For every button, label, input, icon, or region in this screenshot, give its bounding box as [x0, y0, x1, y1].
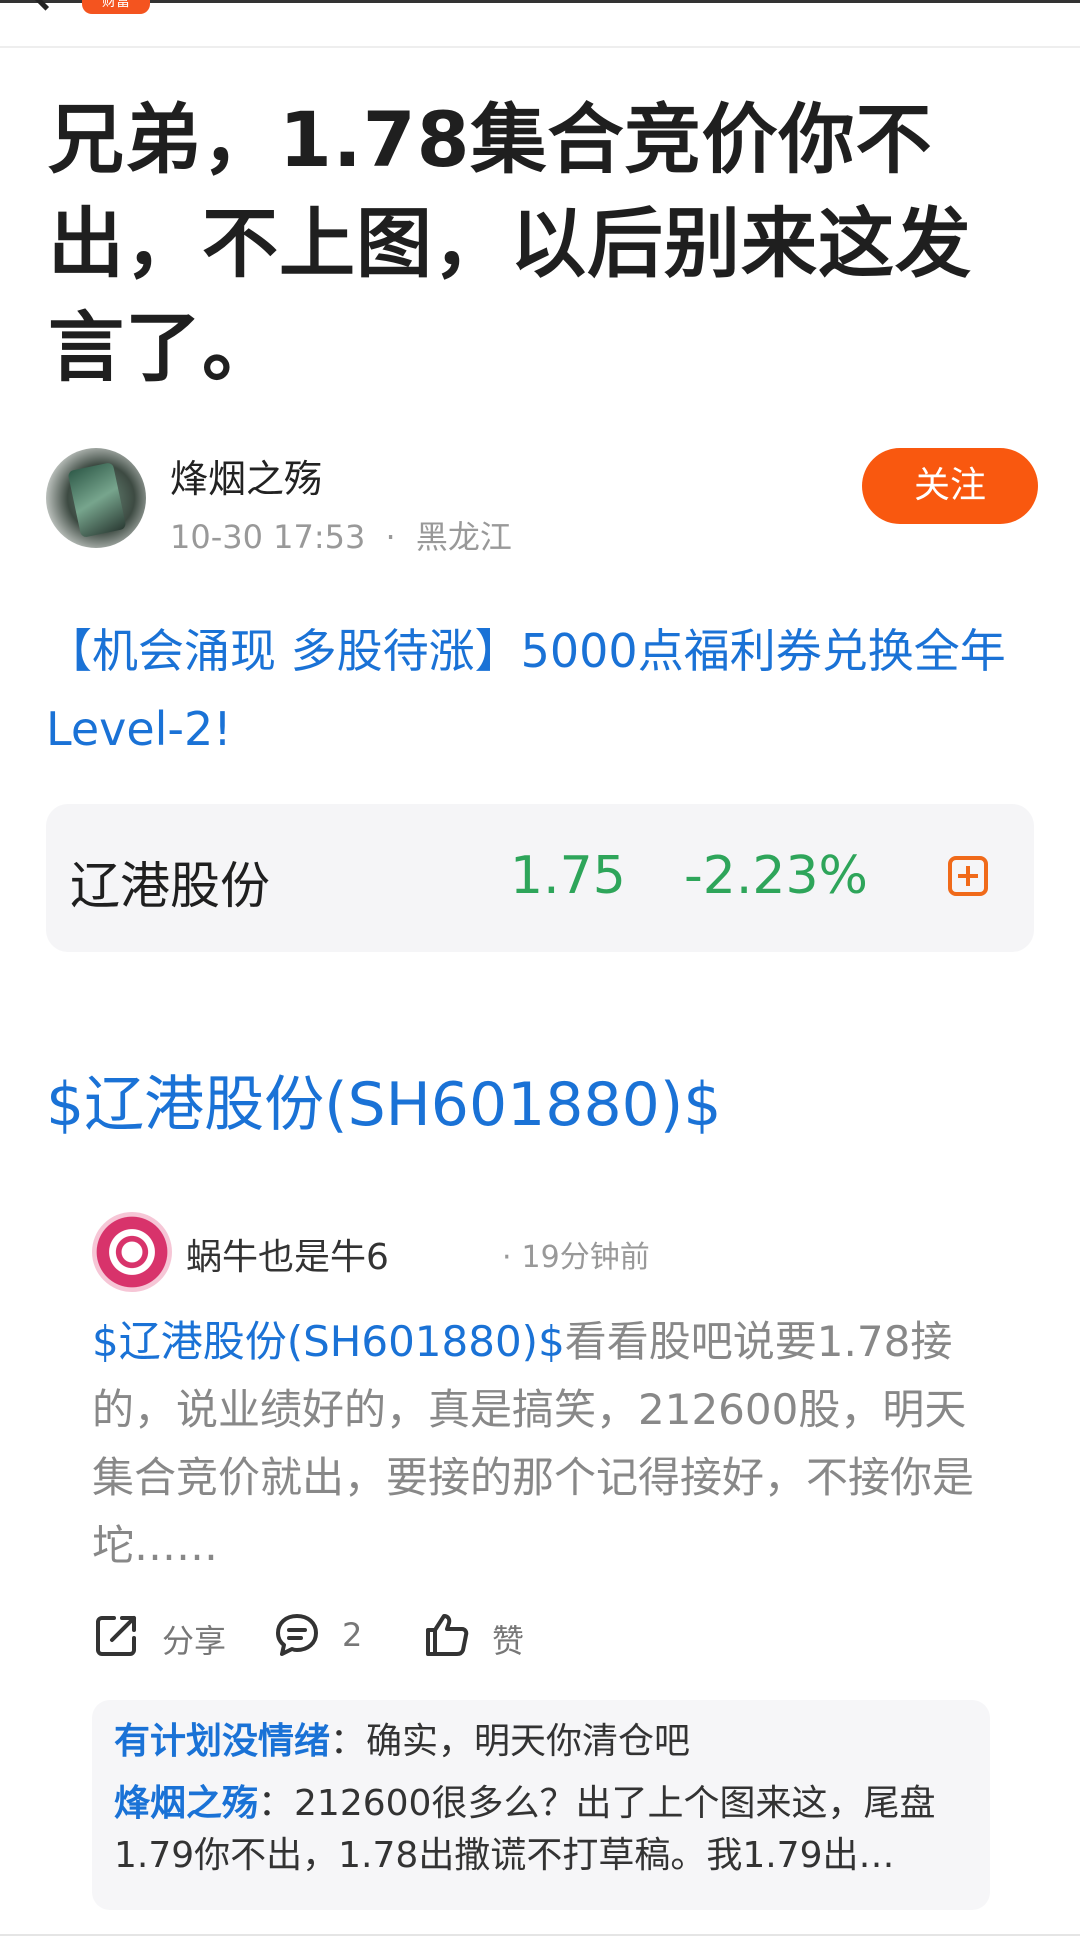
comment-icon — [276, 1614, 318, 1656]
stock-tag-link[interactable]: $辽港股份(SH601880)$ — [46, 1056, 721, 1143]
post-location: 黑龙江 — [415, 518, 512, 556]
reply-user[interactable]: 有计划没情绪 — [114, 1721, 330, 1762]
quoted-author-name[interactable]: 蜗牛也是牛6 — [186, 1228, 389, 1280]
reply-text: ：确实，明天你清仓吧 — [330, 1721, 691, 1762]
comment-button[interactable]: 2 — [272, 1606, 392, 1666]
reply-user[interactable]: 烽烟之殇 — [114, 1783, 258, 1824]
action-bar: 分享 2 赞 — [92, 1606, 992, 1666]
post-page: 财富 兄弟，1.78集合竞价你不出，不上图，以后别来这发言了。 烽烟之殇 10-… — [0, 0, 1080, 1940]
author-row: 烽烟之殇 10-30 17:53 · 黑龙江 关注 — [46, 448, 1038, 556]
promo-link[interactable]: 【机会涌现 多股待涨】5000点福利券兑换全年Level-2! — [46, 612, 1036, 768]
nav-badge: 财富 — [82, 0, 150, 14]
quoted-stock-tag-link[interactable]: $辽港股份(SH601880)$ — [92, 1317, 565, 1366]
comment-count: 2 — [342, 1616, 363, 1654]
avatar-image — [67, 461, 127, 539]
post-meta: 10-30 17:53 · 黑龙江 — [170, 512, 512, 558]
share-label: 分享 — [162, 1622, 227, 1660]
stock-card[interactable]: 辽港股份 1.75 -2.23% — [46, 804, 1034, 952]
like-button[interactable]: 赞 — [422, 1606, 542, 1666]
follow-button[interactable]: 关注 — [862, 448, 1038, 524]
post-title: 兄弟，1.78集合竞价你不出，不上图，以后别来这发言了。 — [48, 95, 972, 392]
replies-box[interactable]: 有计划没情绪：确实，明天你清仓吧 烽烟之殇：212600很多么？出了上个图来这，… — [92, 1700, 990, 1910]
quoted-author-avatar[interactable] — [92, 1212, 172, 1292]
post-time: 10-30 17:53 — [170, 518, 366, 556]
stock-change: -2.23% — [684, 846, 868, 906]
nav-edge — [0, 0, 1080, 3]
quoted-time-text: 19分钟前 — [521, 1240, 650, 1275]
reply-item[interactable]: 烽烟之殇：212600很多么？出了上个图来这，尾盘1.79你不出，1.78出撒谎… — [114, 1778, 974, 1882]
quoted-time: · 19分钟前 — [502, 1232, 650, 1276]
stock-price: 1.75 — [510, 846, 626, 906]
meta-separator: · — [385, 518, 396, 556]
share-button[interactable]: 分享 — [92, 1606, 232, 1666]
add-watchlist-icon[interactable] — [948, 856, 988, 896]
quoted-separator: · — [502, 1240, 512, 1275]
share-icon — [96, 1616, 136, 1656]
quoted-post-header: 蜗牛也是牛6 · 19分钟前 — [92, 1212, 992, 1296]
author-avatar[interactable] — [46, 448, 146, 548]
bottom-divider — [0, 1934, 1080, 1936]
stock-name: 辽港股份 — [70, 857, 270, 915]
like-label: 赞 — [492, 1622, 525, 1660]
quoted-post-body[interactable]: $辽港股份(SH601880)$看看股吧说要1.78接的，说业绩好的，真是搞笑，… — [92, 1308, 992, 1580]
reply-item[interactable]: 有计划没情绪：确实，明天你清仓吧 — [114, 1716, 974, 1768]
top-nav: 财富 — [0, 0, 1080, 48]
author-name[interactable]: 烽烟之殇 — [170, 448, 322, 503]
thumbs-up-icon — [426, 1614, 469, 1656]
